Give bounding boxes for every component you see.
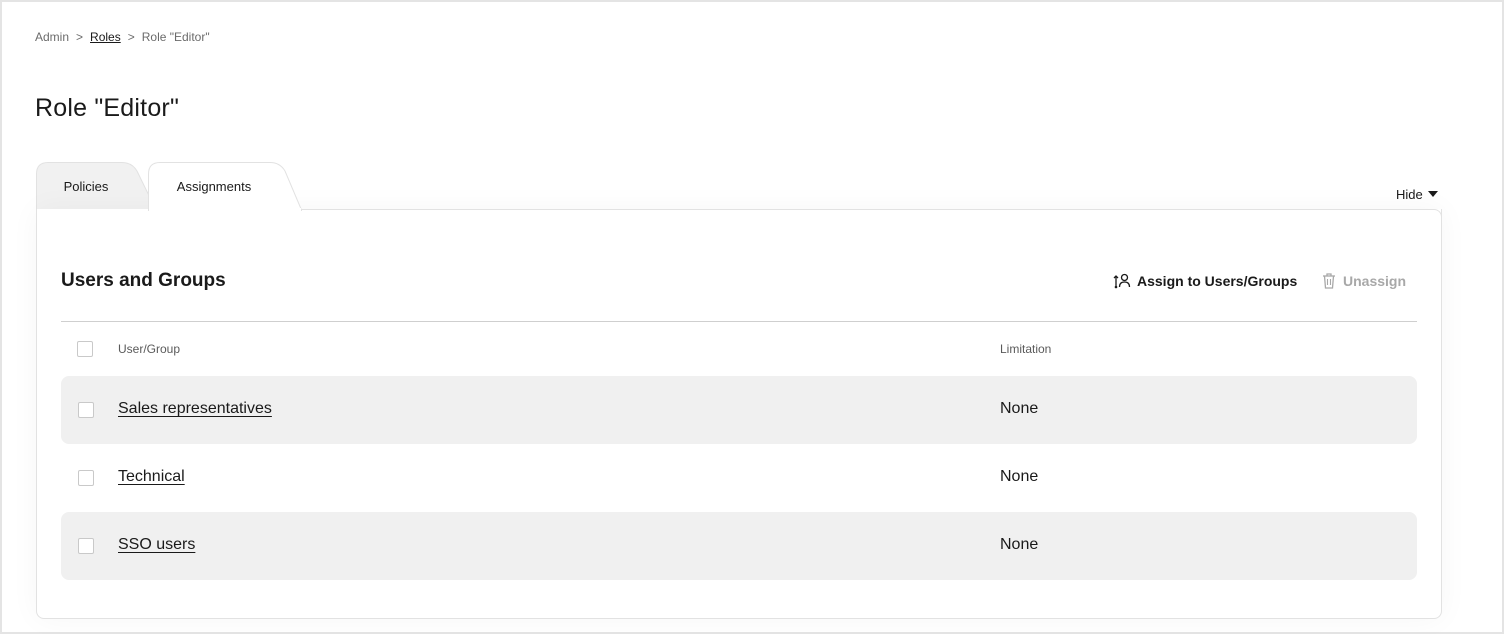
row-checkbox[interactable] [78,538,94,554]
limitation-value: None [1000,536,1039,553]
unassign-label: Unassign [1343,273,1407,289]
row-checkbox[interactable] [78,402,94,418]
hide-label: Hide [1396,187,1423,202]
user-group-link[interactable]: Sales representatives [118,400,272,418]
section-divider [61,321,1417,322]
column-header-limitation: Limitation [1000,342,1052,356]
row-checkbox[interactable] [78,470,94,486]
tab-assignments-label: Assignments [176,178,252,194]
select-all-checkbox[interactable] [77,341,93,357]
assign-users-groups-button[interactable]: Assign to Users/Groups [1113,272,1297,290]
column-header-user-group: User/Group [118,342,181,356]
breadcrumb: Admin > Roles > Role "Editor" [35,30,210,44]
app-frame: Admin > Roles > Role "Editor" Role "Edit… [0,0,1504,634]
caret-down-icon [1427,190,1438,197]
breadcrumb-admin: Admin [35,30,70,44]
panel-top-border [299,209,1434,210]
table-row: SSO users None [61,512,1417,580]
limitation-value: None [1000,400,1039,417]
hide-toggle[interactable]: Hide [1396,187,1438,202]
breadcrumb-separator: > [127,30,135,44]
unassign-button[interactable]: Unassign [1321,272,1406,290]
breadcrumb-current: Role "Editor" [141,30,210,44]
page-title: Role "Editor" [35,94,180,122]
limitation-value: None [1000,468,1039,485]
breadcrumb-separator: > [76,30,84,44]
user-group-link[interactable]: Technical [118,468,185,486]
breadcrumb-roles-link[interactable]: Roles [90,30,121,44]
section-title: Users and Groups [61,270,226,291]
tab-policies[interactable]: Policies [36,162,156,210]
tab-assignments[interactable]: Assignments [148,162,302,211]
table-row: Sales representatives None [61,376,1417,444]
trash-icon [1323,273,1335,289]
tab-policies-label: Policies [63,178,109,194]
table-row: Technical None [61,444,1417,512]
user-assign-icon [1113,273,1131,289]
assign-label: Assign to Users/Groups [1137,273,1298,289]
user-group-link[interactable]: SSO users [118,536,195,554]
